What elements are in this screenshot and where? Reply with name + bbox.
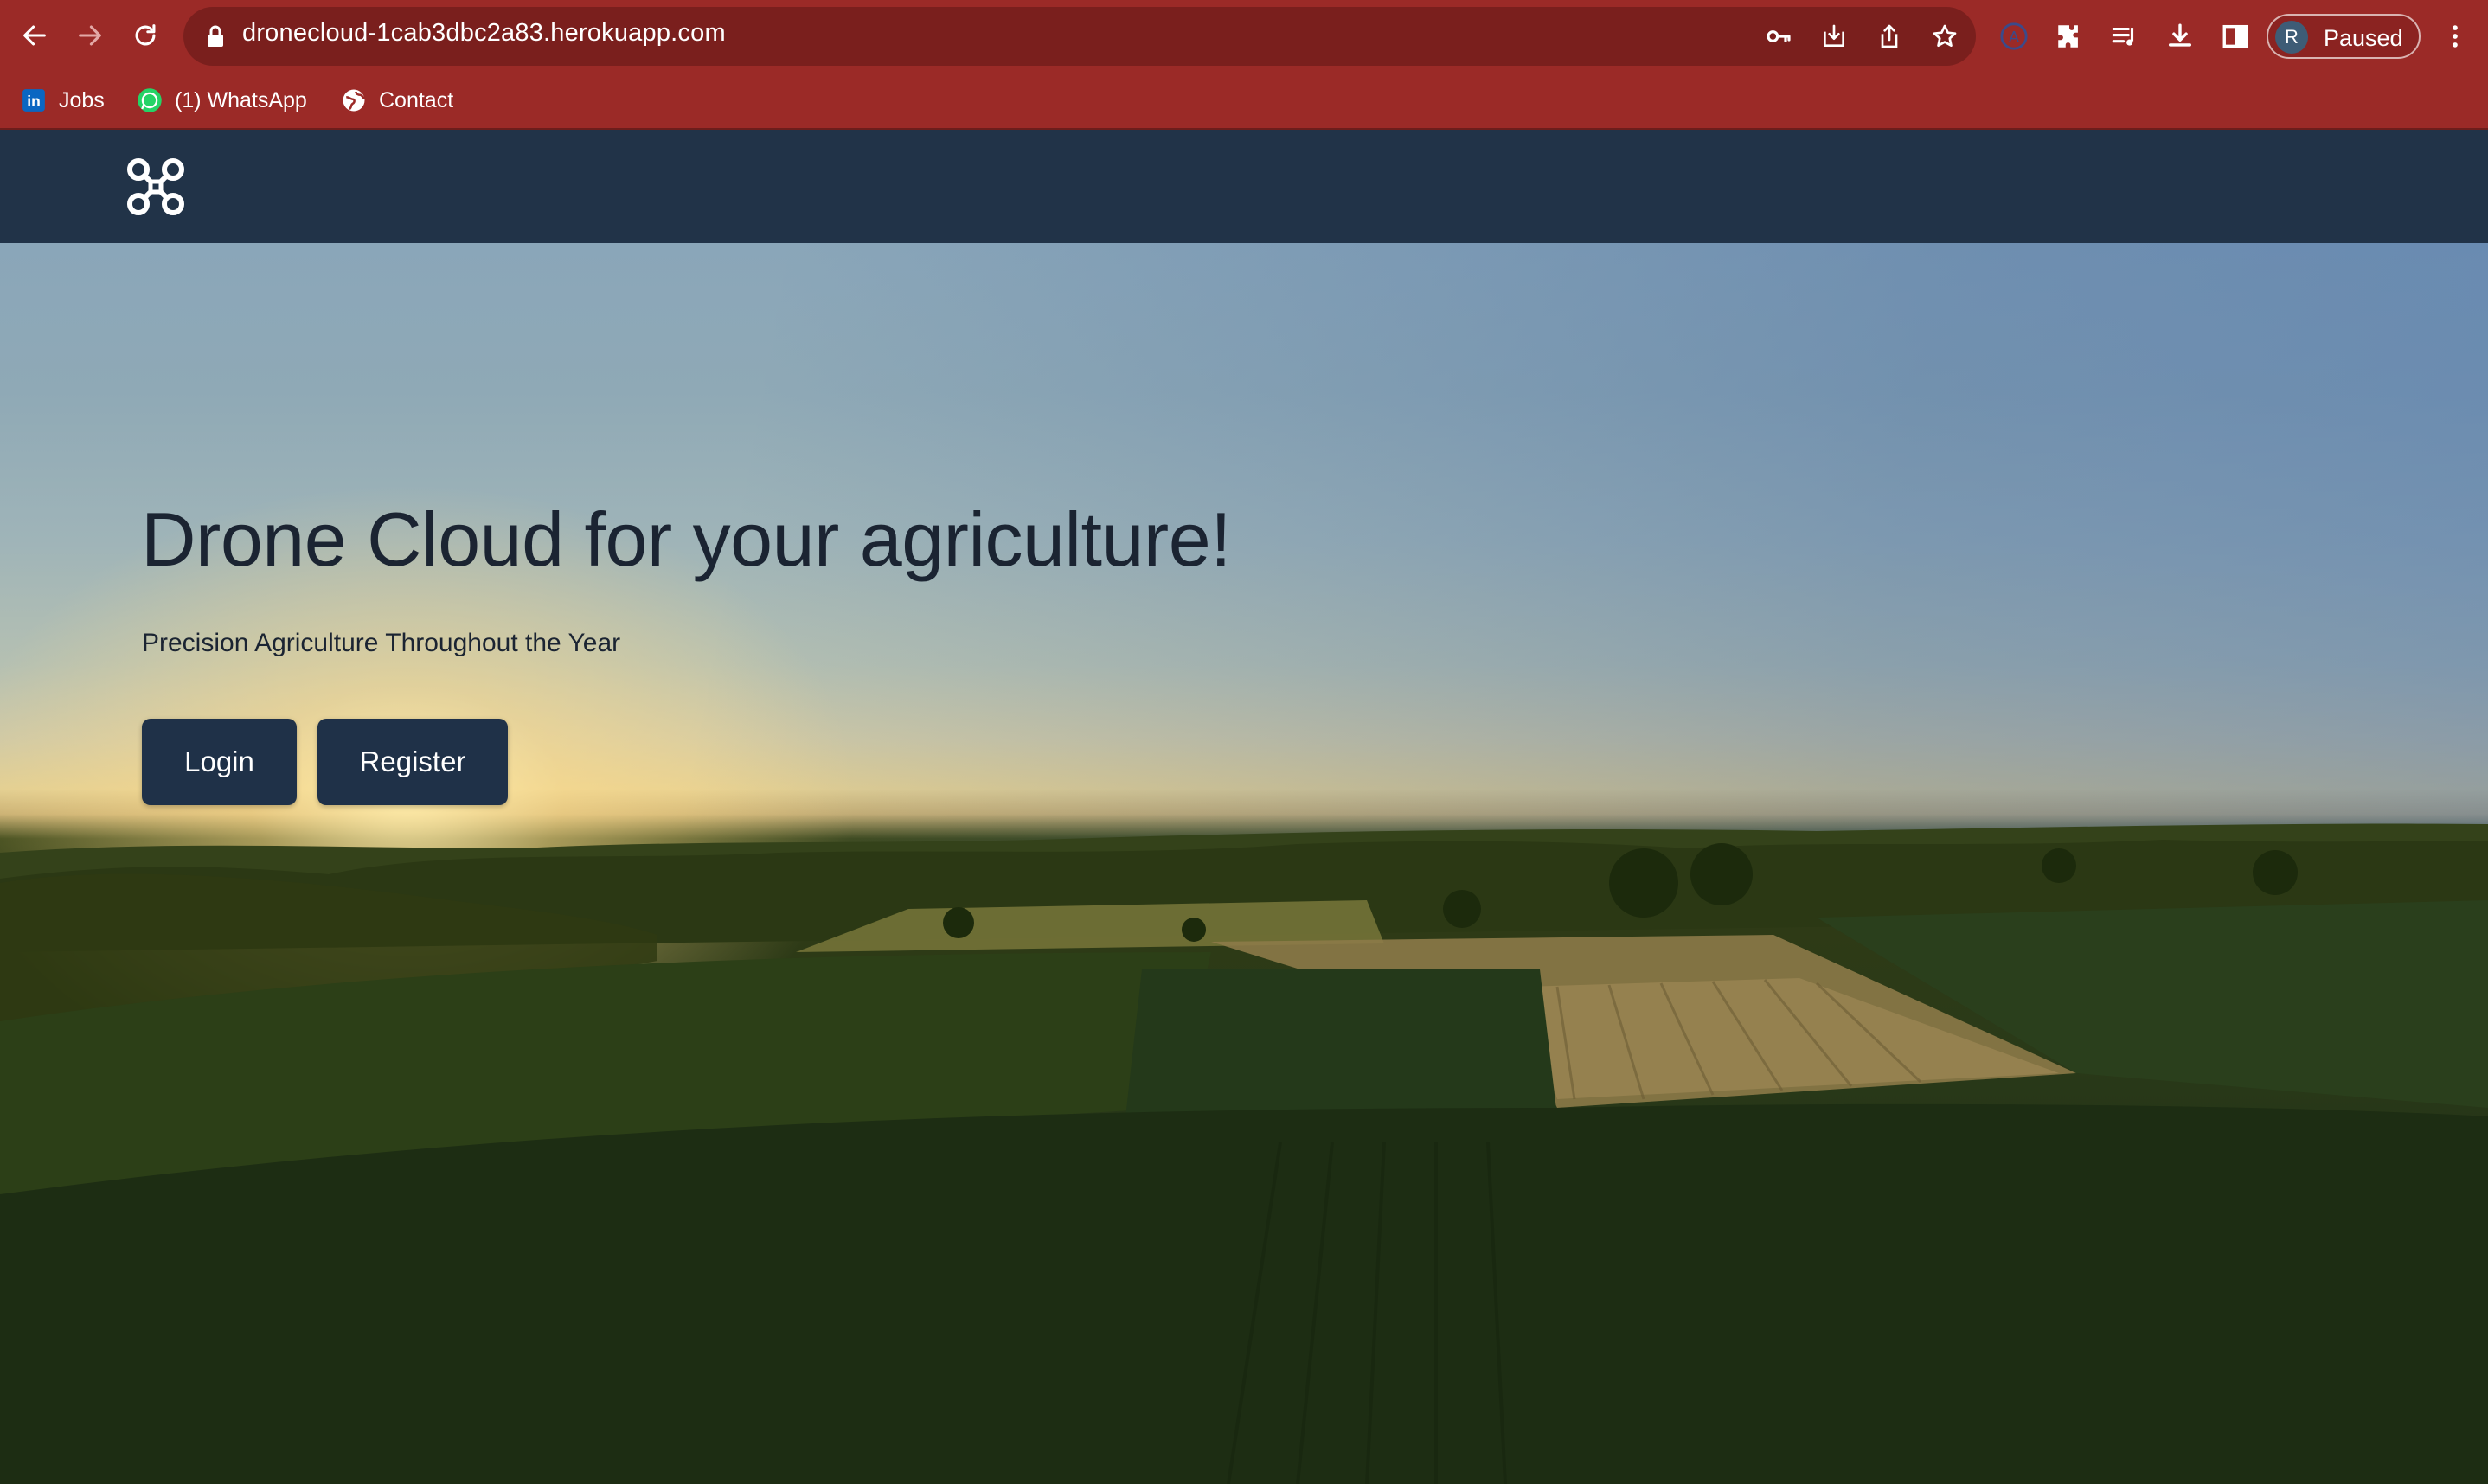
whatsapp-icon bbox=[137, 87, 163, 113]
browser-menu-button[interactable] bbox=[2436, 17, 2474, 55]
profile-button[interactable]: R Paused bbox=[2267, 14, 2421, 59]
forward-button[interactable] bbox=[69, 15, 111, 56]
puzzle-icon bbox=[2058, 25, 2078, 48]
browser-chrome: dronecloud-1cab3dbc2a83.herokuapp.com A bbox=[0, 0, 2488, 130]
bookmark-jobs[interactable]: in Jobs bbox=[21, 85, 105, 116]
circle-a-icon: A bbox=[2000, 22, 2028, 50]
bookmark-whatsapp[interactable]: (1) WhatsApp bbox=[137, 85, 307, 116]
share-button[interactable] bbox=[1872, 19, 1907, 54]
bookmark-contact[interactable]: Contact bbox=[341, 85, 453, 116]
star-icon bbox=[1933, 24, 1957, 47]
hero-title: Drone Cloud for your agriculture! bbox=[141, 496, 1232, 582]
extensions-button[interactable] bbox=[2050, 17, 2088, 55]
bookmark-label: Jobs bbox=[59, 87, 105, 112]
playlist-icon bbox=[2112, 27, 2134, 46]
extension-a-button[interactable]: A bbox=[1995, 17, 2033, 55]
site-navbar bbox=[0, 130, 2488, 243]
browser-toolbar: dronecloud-1cab3dbc2a83.herokuapp.com A bbox=[0, 0, 2488, 73]
register-button[interactable]: Register bbox=[317, 719, 508, 805]
bookmark-label: (1) WhatsApp bbox=[175, 87, 307, 112]
linkedin-icon: in bbox=[21, 87, 47, 113]
key-icon bbox=[1767, 30, 1791, 42]
side-panel-button[interactable] bbox=[2216, 17, 2254, 55]
drone-icon[interactable] bbox=[125, 156, 187, 218]
reload-icon bbox=[135, 24, 156, 46]
install-app-button[interactable] bbox=[1817, 19, 1851, 54]
arrow-right-icon bbox=[79, 25, 101, 46]
more-vertical-icon bbox=[2453, 25, 2458, 48]
bookmarks-bar: in Jobs (1) WhatsApp Contact bbox=[0, 78, 2488, 123]
reload-button[interactable] bbox=[125, 15, 166, 56]
download-icon bbox=[2168, 23, 2192, 47]
profile-status: Paused bbox=[2324, 25, 2403, 51]
url-text[interactable]: dronecloud-1cab3dbc2a83.herokuapp.com bbox=[242, 19, 726, 48]
hero-subtitle: Precision Agriculture Throughout the Yea… bbox=[142, 629, 621, 657]
bookmark-star-button[interactable] bbox=[1927, 19, 1962, 54]
side-panel-icon bbox=[2222, 24, 2248, 48]
media-queue-button[interactable] bbox=[2106, 17, 2144, 55]
login-button[interactable]: Login bbox=[142, 719, 297, 805]
downloads-button[interactable] bbox=[2161, 17, 2199, 55]
install-icon bbox=[1824, 24, 1844, 47]
svg-text:in: in bbox=[27, 93, 41, 110]
arrow-left-icon bbox=[23, 25, 46, 46]
farmland-background-image bbox=[0, 823, 2488, 1484]
back-button[interactable] bbox=[14, 15, 55, 56]
bookmark-label: Contact bbox=[379, 87, 454, 112]
avatar: R bbox=[2275, 21, 2308, 54]
hero-section: Drone Cloud for your agriculture! Precis… bbox=[0, 243, 2488, 1484]
globe-icon bbox=[341, 87, 367, 113]
svg-text:A: A bbox=[2009, 28, 2020, 46]
password-key-button[interactable] bbox=[1761, 19, 1796, 54]
lock-icon[interactable] bbox=[206, 24, 225, 48]
share-icon bbox=[1881, 24, 1898, 48]
